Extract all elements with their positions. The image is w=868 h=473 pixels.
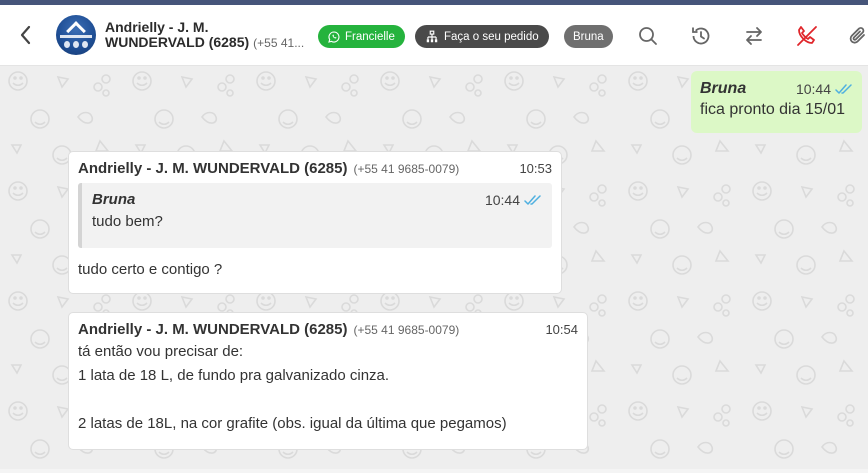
attach-button[interactable] [846,24,868,48]
search-button[interactable] [636,24,660,48]
back-arrow-icon [20,25,31,45]
sitemap-icon [426,30,438,42]
chat-header: Andrielly - J. M. WUNDERVALD (6285) (+55… [0,5,868,66]
contact-name-line2: WUNDERVALD (6285) [105,35,250,50]
history-button[interactable] [689,24,713,48]
user-chip-label: Bruna [573,30,604,43]
message-sender: Andrielly - J. M. WUNDERVALD (6285) [78,321,348,338]
chat-area[interactable]: Bruna 10:44 fica pronto dia 15/01 Andrie… [0,67,868,473]
quoted-time: 10:44 [484,191,520,208]
quoted-message[interactable]: Bruna 10:44 tudo bem? [78,183,552,248]
incoming-message[interactable]: Andrielly - J. M. WUNDERVALD (6285) (+55… [68,151,562,294]
end-call-button[interactable] [795,24,819,48]
outgoing-message[interactable]: Bruna 10:44 fica pronto dia 15/01 [691,71,862,133]
read-ticks-icon [835,84,852,94]
message-text: fica pronto dia 15/01 [700,101,845,118]
attach-icon [849,27,865,44]
contact-phone: (+55 41... [253,36,305,50]
agent-chip-label: Francielle [345,30,395,43]
quoted-sender: Bruna [92,191,136,208]
composer-edge [0,469,868,473]
read-ticks-icon [524,194,541,205]
contact-title[interactable]: Andrielly - J. M. WUNDERVALD (6285) (+55… [105,20,310,51]
sender-phone: (+55 41 9685-0079) [353,323,460,337]
message-sender: Bruna [700,80,747,97]
message-sender: Andrielly - J. M. WUNDERVALD (6285) [78,160,348,177]
whatsapp-icon [328,30,340,43]
message-time: 10:54 [545,322,578,337]
end-call-icon [797,26,817,46]
quoted-text: tudo bem? [92,213,163,230]
message-time: 10:53 [519,161,552,176]
contact-name-line1: Andrielly - J. M. [105,20,209,35]
message-line: tá então vou precisar de: [78,343,244,360]
user-chip[interactable]: Bruna [564,25,613,48]
message-text: tudo certo e contigo ? [78,261,223,278]
search-icon [639,27,657,45]
sender-phone: (+55 41 9685-0079) [353,162,460,176]
agent-chip[interactable]: Francielle [318,25,405,48]
history-icon [692,27,710,45]
transfer-icon [746,27,762,45]
back-button[interactable] [14,23,38,47]
order-chip[interactable]: Faça o seu pedido [415,25,549,48]
order-chip-label: Faça o seu pedido [444,30,539,43]
message-line: 1 lata de 18 L, de fundo pra galvanizado… [78,367,390,384]
incoming-message[interactable]: Andrielly - J. M. WUNDERVALD (6285) (+55… [68,312,588,450]
message-line: 2 latas de 18L, na cor grafite (obs. igu… [78,415,507,432]
message-time: 10:44 [795,81,831,97]
contact-avatar[interactable] [56,15,96,55]
transfer-button[interactable] [742,24,766,48]
